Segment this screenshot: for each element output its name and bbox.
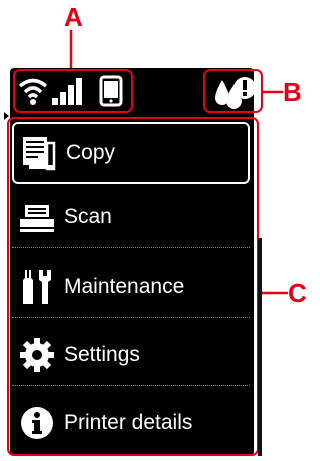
callout-label-b: B: [283, 77, 302, 107]
signal-bars-icon: [52, 78, 82, 105]
menu-item-scan[interactable]: Scan: [12, 186, 250, 248]
mobile-device-icon: [99, 75, 123, 107]
wifi-icon: [18, 78, 48, 105]
menu-item-label: Copy: [66, 141, 116, 164]
menu-item-maintenance[interactable]: Maintenance: [12, 256, 250, 318]
info-icon: [18, 404, 56, 442]
menu-item-label: Maintenance: [64, 274, 185, 298]
settings-gear-icon: [18, 336, 56, 374]
copy-icon: [20, 134, 58, 172]
menu-item-settings[interactable]: Settings: [12, 324, 250, 386]
menu-item-label: Settings: [64, 342, 140, 366]
menu-scrollbar[interactable]: [258, 238, 262, 456]
scan-icon: [18, 198, 56, 236]
callout-label-a: A: [64, 2, 83, 32]
ink-warning-icon: [215, 77, 256, 109]
maintenance-icon: [18, 268, 56, 306]
callout-label-c: C: [288, 278, 307, 308]
menu-item-label: Scan: [64, 204, 112, 228]
menu-item-printer-details[interactable]: Printer details: [12, 392, 250, 454]
menu-item-copy[interactable]: Copy: [12, 122, 250, 184]
menu-item-label: Printer details: [64, 411, 193, 434]
